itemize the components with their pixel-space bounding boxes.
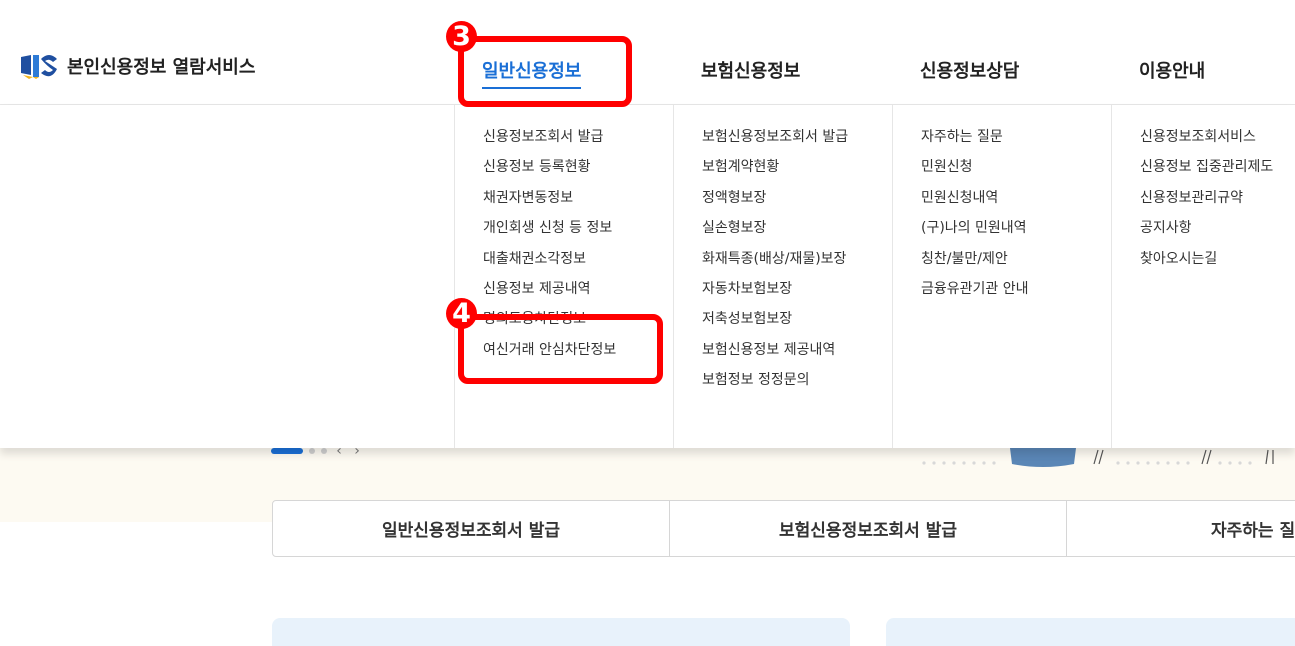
menu-item[interactable]: 신용정보조회서 발급 bbox=[483, 127, 673, 157]
menu-column-insurance: 보험신용정보조회서 발급 보험계약현황 정액형보장 실손형보장 화재특종(배상/… bbox=[673, 105, 892, 448]
content-card bbox=[272, 618, 850, 646]
menu-item[interactable]: 저축성보험보장 bbox=[702, 309, 892, 339]
menu-item[interactable]: 보험신용정보조회서 발급 bbox=[702, 127, 892, 157]
menu-item[interactable]: 신용정보 제공내역 bbox=[483, 279, 673, 309]
mega-menu-dropdown: 신용정보조회서 발급 신용정보 등록현황 채권자변동정보 개인회생 신청 등 정… bbox=[0, 105, 1295, 448]
annotation-number-badge: 3 bbox=[446, 21, 477, 52]
menu-item[interactable]: 칭찬/불만/제안 bbox=[921, 249, 1111, 279]
menu-item[interactable]: (구)나의 민원내역 bbox=[921, 218, 1111, 248]
nav-usage-guide[interactable]: 이용안내 bbox=[1139, 57, 1205, 83]
menu-item[interactable]: 민원신청내역 bbox=[921, 188, 1111, 218]
menu-item[interactable]: 보험정보 정정문의 bbox=[702, 370, 892, 400]
page: ‹ › 일반신용정보조회서 발급 보험신용정보조회서 발급 자주하는 질문 bbox=[0, 0, 1295, 646]
menu-item[interactable]: 신용정보 등록현황 bbox=[483, 157, 673, 187]
menu-item[interactable]: 대출채권소각정보 bbox=[483, 249, 673, 279]
menu-item[interactable]: 민원신청 bbox=[921, 157, 1111, 187]
quick-link-general-report[interactable]: 일반신용정보조회서 발급 bbox=[273, 501, 670, 556]
menu-item[interactable]: 신용정보 집중관리제도 bbox=[1140, 157, 1295, 187]
menu-item[interactable]: 자주하는 질문 bbox=[921, 127, 1111, 157]
logo-text: 본인신용정보 열람서비스 bbox=[67, 57, 256, 78]
menu-item[interactable]: 공지사항 bbox=[1140, 218, 1295, 248]
site-header: 본인신용정보 열람서비스 일반신용정보 보험신용정보 신용정보상담 이용안내 bbox=[0, 0, 1295, 105]
hero-illustration bbox=[922, 448, 1274, 467]
menu-column-general: 신용정보조회서 발급 신용정보 등록현황 채권자변동정보 개인회생 신청 등 정… bbox=[454, 105, 673, 448]
slider-indicator-active[interactable] bbox=[271, 448, 303, 454]
quick-link-faq[interactable]: 자주하는 질문 bbox=[1067, 501, 1295, 556]
slider-indicator[interactable] bbox=[309, 448, 315, 454]
menu-item[interactable]: 보험신용정보 제공내역 bbox=[702, 340, 892, 370]
menu-column-consulting: 자주하는 질문 민원신청 민원신청내역 (구)나의 민원내역 칭찬/불만/제안 … bbox=[892, 105, 1111, 448]
content-card bbox=[886, 618, 1295, 646]
menu-item[interactable]: 보험계약현황 bbox=[702, 157, 892, 187]
menu-item[interactable]: 실손형보장 bbox=[702, 218, 892, 248]
annotation-highlight-box bbox=[458, 36, 632, 107]
menu-item[interactable]: 정액형보장 bbox=[702, 188, 892, 218]
menu-item[interactable]: 채권자변동정보 bbox=[483, 188, 673, 218]
menu-item[interactable]: 찾아오시는길 bbox=[1140, 249, 1295, 279]
quick-link-insurance-report[interactable]: 보험신용정보조회서 발급 bbox=[670, 501, 1067, 556]
menu-item[interactable]: 금융유관기관 안내 bbox=[921, 279, 1111, 309]
nav-credit-consulting[interactable]: 신용정보상담 bbox=[920, 57, 1019, 83]
menu-item[interactable]: 신용정보조회서비스 bbox=[1140, 127, 1295, 157]
menu-item[interactable]: 화재특종(배상/재물)보장 bbox=[702, 249, 892, 279]
menu-item[interactable]: 신용정보관리규약 bbox=[1140, 188, 1295, 218]
cis-logo-icon bbox=[21, 55, 57, 79]
nav-insurance-credit-info[interactable]: 보험신용정보 bbox=[701, 57, 800, 83]
annotation-highlight-box bbox=[458, 314, 663, 384]
site-logo[interactable]: 본인신용정보 열람서비스 bbox=[19, 53, 255, 79]
annotation-number-badge: 4 bbox=[446, 298, 477, 329]
menu-column-guide: 신용정보조회서비스 신용정보 집중관리제도 신용정보관리규약 공지사항 찾아오시… bbox=[1111, 105, 1295, 448]
slider-indicator[interactable] bbox=[321, 448, 327, 454]
menu-item[interactable]: 개인회생 신청 등 정보 bbox=[483, 218, 673, 248]
quick-links-bar: 일반신용정보조회서 발급 보험신용정보조회서 발급 자주하는 질문 bbox=[272, 500, 1295, 557]
menu-item[interactable]: 자동차보험보장 bbox=[702, 279, 892, 309]
